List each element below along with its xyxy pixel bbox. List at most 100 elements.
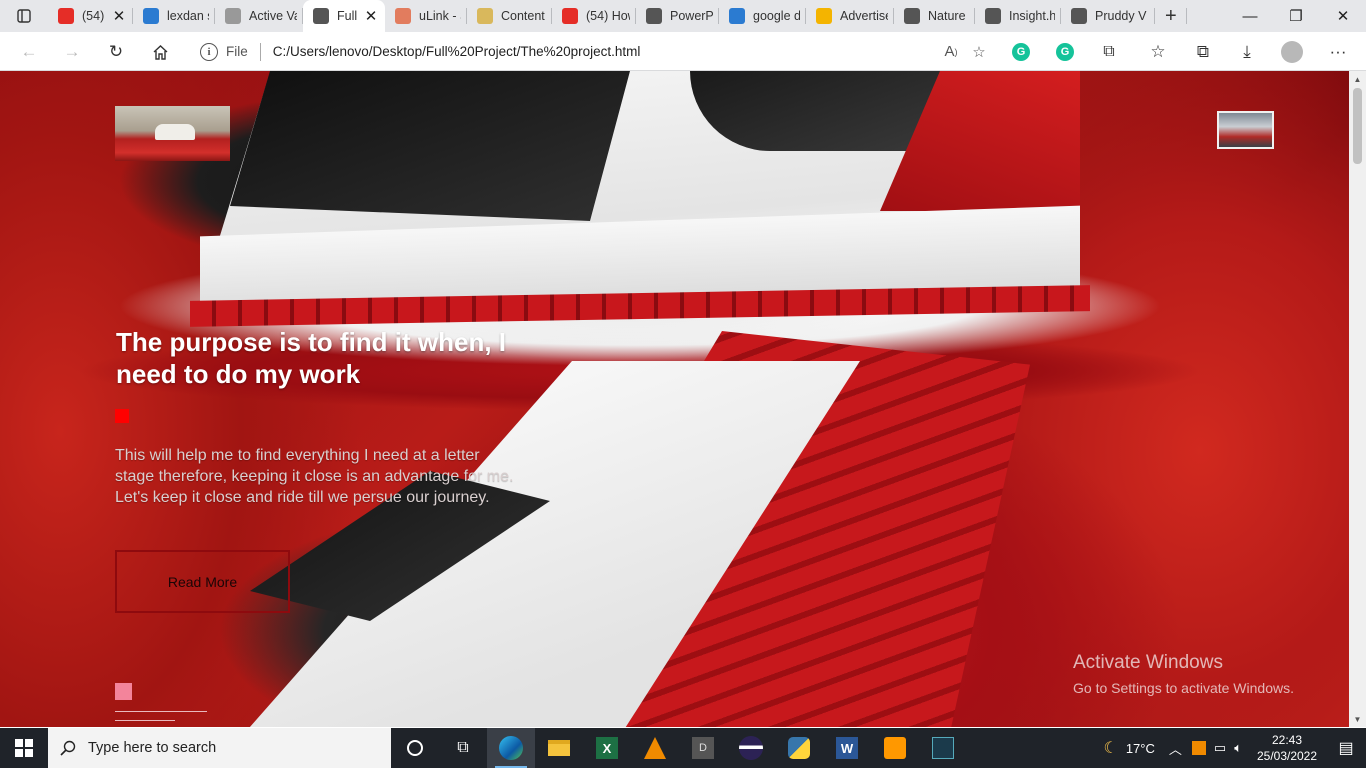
- forward-button[interactable]: →: [57, 37, 87, 67]
- browser-tab[interactable]: Advertise: [806, 0, 894, 32]
- tab-title: Insight.h: [1009, 9, 1055, 23]
- close-window-button[interactable]: ✕: [1320, 0, 1366, 32]
- browser-tab[interactable]: Pruddy V: [1061, 0, 1155, 32]
- download-icon: ⤓: [1243, 42, 1251, 61]
- watermark-title: Activate Windows: [1073, 652, 1223, 673]
- avatar: [1281, 41, 1303, 63]
- cortana-icon[interactable]: [391, 728, 439, 768]
- game-icon[interactable]: [919, 728, 967, 768]
- system-tray: ☾ 17°C ︿ ▭ 🔈︎ 22:43 25/03/2022 ▤: [1103, 728, 1366, 768]
- windows-icon: [15, 739, 33, 757]
- ulink-icon: [395, 8, 411, 24]
- grammarly-extension-button[interactable]: G: [1006, 37, 1036, 67]
- youtube-icon: [58, 8, 74, 24]
- eclipse-icon[interactable]: [727, 728, 775, 768]
- back-button[interactable]: ←: [14, 37, 44, 67]
- address-bar[interactable]: i File C:/Users/lenovo/Desktop/Full%20Pr…: [188, 36, 993, 67]
- tab-title: Pruddy V: [1095, 9, 1147, 23]
- accent-square: [115, 409, 129, 423]
- blackboard-icon: [646, 8, 662, 24]
- page-scrollbar[interactable]: ▲ ▼: [1349, 71, 1366, 727]
- decorative-line: [115, 720, 175, 721]
- tab-title: lexdan se: [167, 9, 209, 23]
- downloads-button[interactable]: ⤓: [1232, 37, 1262, 67]
- browser-tab[interactable]: Nature: [894, 0, 975, 32]
- browser-tab[interactable]: Insight.h: [975, 0, 1061, 32]
- tab-strip: (54) ✕ lexdan se Active Va Full ✕ uLink - S Con…: [0, 0, 1366, 32]
- settings-menu-button[interactable]: ···: [1323, 37, 1353, 67]
- tab-actions-button[interactable]: [0, 0, 48, 32]
- tab-close-icon[interactable]: ✕: [363, 7, 379, 25]
- browser-tab[interactable]: PowerPo: [636, 0, 719, 32]
- browser-tab[interactable]: lexdan se: [133, 0, 215, 32]
- youtube-icon: [562, 8, 578, 24]
- app-d-icon[interactable]: D: [679, 728, 727, 768]
- tab-title: google d: [753, 9, 800, 23]
- browser-tab[interactable]: uLink - S: [385, 0, 467, 32]
- read-aloud-icon[interactable]: A): [937, 38, 965, 66]
- browser-tab[interactable]: (54) ✕: [48, 0, 133, 32]
- collections-button[interactable]: ⧉: [1188, 37, 1218, 67]
- page-content: The purpose is to find it when, I need t…: [0, 71, 1349, 727]
- notifications-icon[interactable]: ▤: [1326, 738, 1366, 758]
- excel-icon[interactable]: X: [583, 728, 631, 768]
- puzzle-icon: ⧉: [1103, 43, 1115, 60]
- browser-tab[interactable]: (54) How: [552, 0, 636, 32]
- browser-toolbar: ← → ↻ i File C:/Users/lenovo/Desktop/Ful…: [0, 32, 1366, 71]
- app-tray-icon[interactable]: [1191, 741, 1206, 755]
- scroll-thumb[interactable]: [1353, 88, 1362, 164]
- network-icon[interactable]: ▭: [1214, 740, 1226, 756]
- tab-title: Advertise: [840, 9, 888, 23]
- clock[interactable]: 22:43 25/03/2022: [1248, 732, 1326, 764]
- restore-button[interactable]: ❐: [1273, 0, 1319, 32]
- browser-tab[interactable]: google d: [719, 0, 806, 32]
- clock-time: 22:43: [1271, 733, 1303, 747]
- file-explorer-icon[interactable]: [535, 728, 583, 768]
- refresh-button[interactable]: ↻: [101, 37, 131, 67]
- browser-tab[interactable]: Active Va: [215, 0, 303, 32]
- task-view-icon[interactable]: ⧉: [439, 728, 487, 768]
- weather-temp[interactable]: 17°C: [1126, 741, 1155, 756]
- tab-title: Active Va: [249, 9, 297, 23]
- file-icon: [1071, 8, 1087, 24]
- vlc-icon[interactable]: [631, 728, 679, 768]
- scroll-up-icon[interactable]: ▲: [1349, 71, 1366, 87]
- home-button[interactable]: [145, 37, 175, 67]
- file-icon: [985, 8, 1001, 24]
- read-more-button[interactable]: Read More: [115, 550, 290, 613]
- minimize-button[interactable]: —: [1227, 0, 1273, 32]
- page-headline: The purpose is to find it when, I need t…: [116, 327, 506, 389]
- search-placeholder: Type here to search: [88, 740, 217, 756]
- show-hidden-icons[interactable]: ︿: [1169, 739, 1182, 758]
- moon-icon: ☾: [1103, 740, 1118, 757]
- volume-icon[interactable]: 🔈︎: [1234, 740, 1242, 756]
- start-button[interactable]: [0, 728, 48, 768]
- taskbar-search[interactable]: Type here to search: [48, 728, 391, 768]
- browser-tab[interactable]: Full ✕: [303, 0, 385, 32]
- tab-title: (54) How: [586, 9, 630, 23]
- python-icon[interactable]: [775, 728, 823, 768]
- thumbnail-image[interactable]: [1217, 111, 1274, 149]
- grammarly-go-button[interactable]: G: [1050, 37, 1080, 67]
- profile-button[interactable]: [1277, 37, 1307, 67]
- extensions-button[interactable]: ⧉: [1094, 37, 1124, 67]
- favorites-button[interactable]: ☆: [1143, 37, 1173, 67]
- sublime-icon[interactable]: [871, 728, 919, 768]
- bing-icon: [729, 8, 745, 24]
- logo-image[interactable]: [115, 106, 230, 161]
- site-info-icon[interactable]: i: [200, 42, 218, 61]
- browser-tab[interactable]: Content: [467, 0, 552, 32]
- scroll-down-icon[interactable]: ▼: [1349, 711, 1366, 727]
- minimize-icon: —: [1242, 7, 1258, 25]
- watermark-subtitle: Go to Settings to activate Windows.: [1073, 680, 1294, 696]
- word-icon[interactable]: W: [823, 728, 871, 768]
- add-favorite-icon[interactable]: ☆: [965, 38, 993, 66]
- pink-square: [115, 683, 132, 700]
- page-description: This will help me to find everything I n…: [115, 447, 514, 506]
- clock-date: 25/03/2022: [1256, 749, 1318, 763]
- new-tab-button[interactable]: +: [1155, 0, 1187, 32]
- url-text[interactable]: C:/Users/lenovo/Desktop/Full%20Project/T…: [273, 44, 937, 59]
- tab-close-icon[interactable]: ✕: [111, 7, 127, 25]
- home-icon: [153, 44, 167, 60]
- edge-icon[interactable]: [487, 728, 535, 768]
